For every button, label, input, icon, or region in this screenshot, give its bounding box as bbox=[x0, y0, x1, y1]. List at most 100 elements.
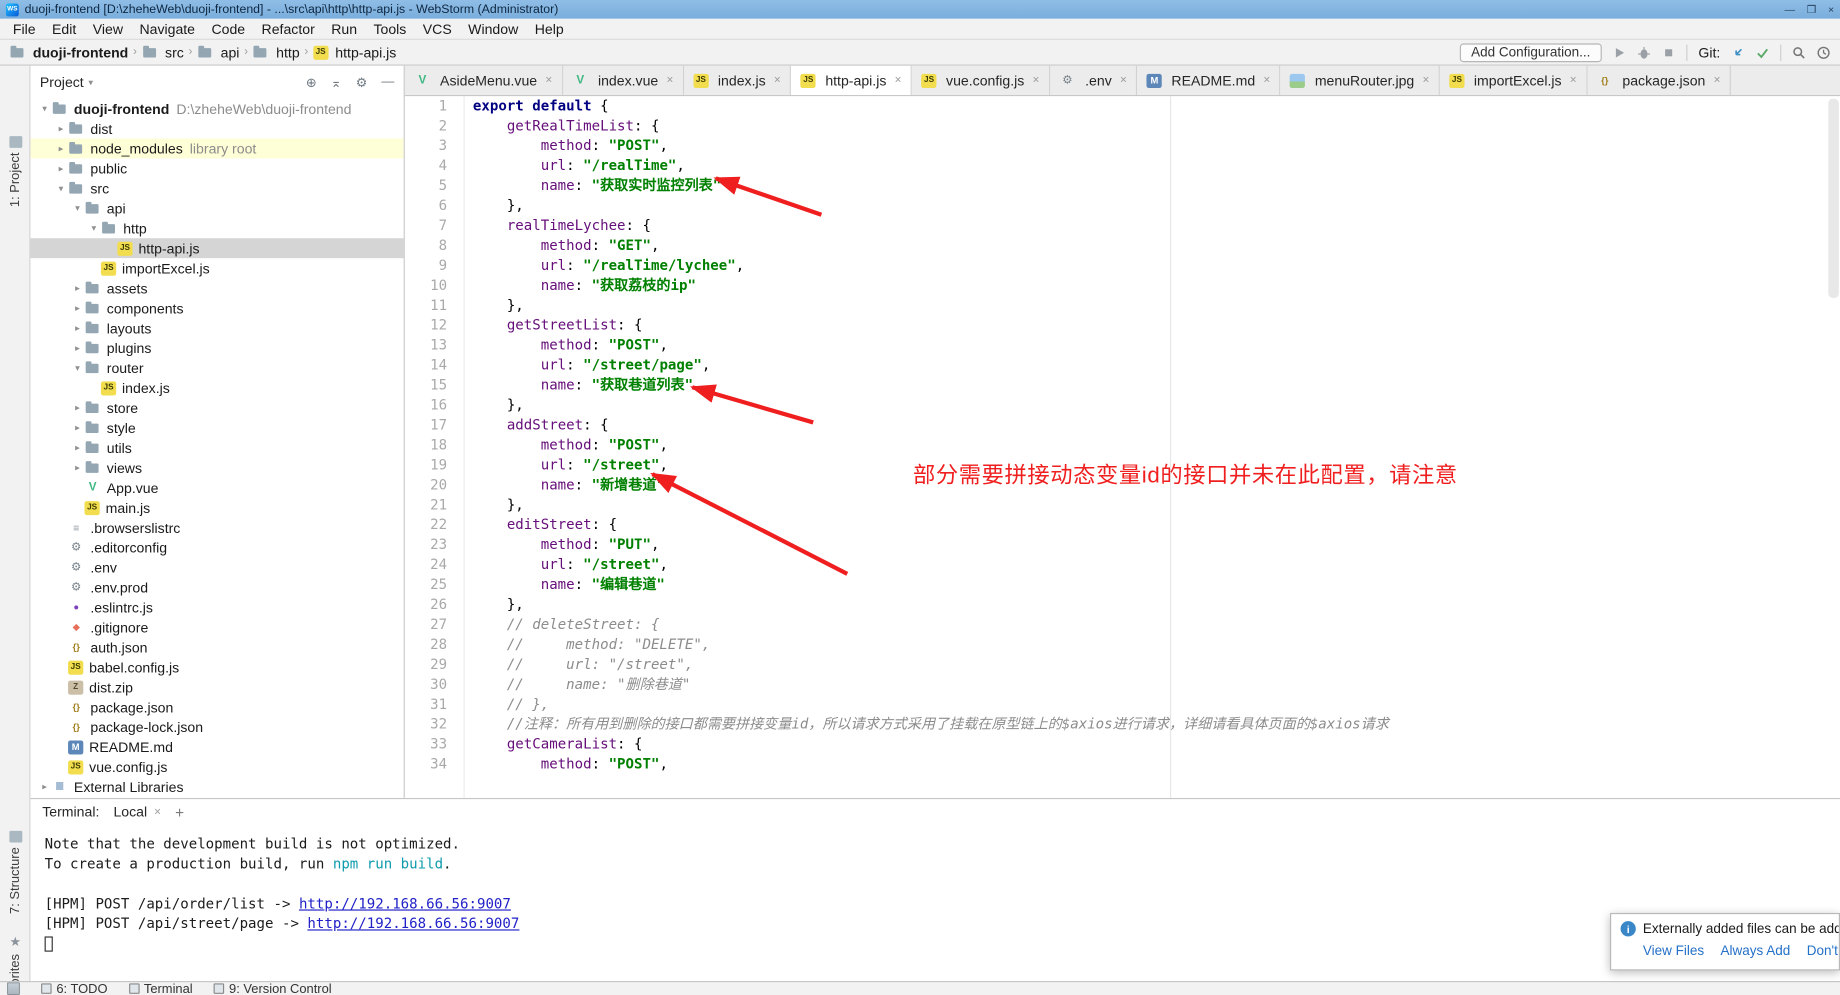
tab-close-icon[interactable]: × bbox=[545, 74, 552, 87]
breadcrumb-item[interactable]: http bbox=[253, 44, 300, 60]
chevron-down-icon[interactable]: ▾ bbox=[88, 77, 93, 88]
run-icon[interactable] bbox=[1613, 45, 1627, 59]
editor-tab-vue.config.js[interactable]: JSvue.config.js× bbox=[912, 66, 1050, 95]
code-line[interactable]: 27 // deleteStreet: { bbox=[405, 615, 1840, 635]
debug-icon[interactable] bbox=[1637, 45, 1651, 59]
tab-close-icon[interactable]: × bbox=[895, 74, 902, 87]
code-editor[interactable]: 1export default {2 getRealTimeList: {3 m… bbox=[405, 96, 1840, 798]
notification-popup[interactable]: i Externally added files can be added to… bbox=[1610, 913, 1840, 971]
menu-edit[interactable]: Edit bbox=[44, 19, 85, 38]
maximize-icon[interactable]: ❒ bbox=[1807, 3, 1816, 16]
editor-tab-index.vue[interactable]: Vindex.vue× bbox=[563, 66, 684, 95]
notification-action[interactable]: Always Add bbox=[1721, 945, 1791, 959]
code-line[interactable]: 15 name: "获取巷道列表" bbox=[405, 376, 1840, 396]
code-line[interactable]: 14 url: "/street/page", bbox=[405, 356, 1840, 376]
editor-tab-.env[interactable]: ⚙.env× bbox=[1050, 66, 1137, 95]
tree-item-.browserslistrc[interactable]: ≡.browserslistrc bbox=[31, 518, 404, 538]
chevron-closed-icon[interactable]: ▸ bbox=[54, 163, 68, 174]
tree-item-importExcel.js[interactable]: JSimportExcel.js bbox=[31, 258, 404, 278]
menu-view[interactable]: View bbox=[85, 19, 132, 38]
tree-item-src[interactable]: ▾src bbox=[31, 178, 404, 198]
code-line[interactable]: 3 method: "POST", bbox=[405, 136, 1840, 156]
tree-item-.gitignore[interactable]: ◆.gitignore bbox=[31, 617, 404, 637]
chevron-closed-icon[interactable]: ▸ bbox=[54, 143, 68, 154]
clock-icon[interactable] bbox=[1817, 45, 1831, 59]
git-update-icon[interactable] bbox=[1731, 45, 1745, 59]
code-line[interactable]: 22 editStreet: { bbox=[405, 515, 1840, 535]
toolwindow-switcher-icon[interactable] bbox=[7, 982, 20, 995]
tree-item-style[interactable]: ▸style bbox=[31, 418, 404, 438]
tree-item-views[interactable]: ▸views bbox=[31, 458, 404, 478]
chevron-closed-icon[interactable]: ▸ bbox=[38, 782, 52, 793]
chevron-open-icon[interactable]: ▾ bbox=[54, 183, 68, 194]
code-line[interactable]: 2 getRealTimeList: { bbox=[405, 116, 1840, 136]
code-line[interactable]: 5 name: "获取实时监控列表" bbox=[405, 176, 1840, 196]
editor-tab-README.md[interactable]: MREADME.md× bbox=[1137, 66, 1280, 95]
notification-action[interactable]: Don't Ask Agai bbox=[1807, 945, 1840, 959]
tree-item-plugins[interactable]: ▸plugins bbox=[31, 338, 404, 358]
chevron-open-icon[interactable]: ▾ bbox=[70, 363, 84, 374]
terminal-link[interactable]: http://192.168.66.56:9007 bbox=[307, 915, 519, 931]
tab-close-icon[interactable]: × bbox=[774, 74, 781, 87]
tab-close-icon[interactable]: × bbox=[1422, 74, 1429, 87]
chevron-open-icon[interactable]: ▾ bbox=[38, 103, 52, 114]
chevron-closed-icon[interactable]: ▸ bbox=[70, 462, 84, 473]
chevron-closed-icon[interactable]: ▸ bbox=[70, 323, 84, 334]
tree-item-router[interactable]: ▾router bbox=[31, 358, 404, 378]
tree-item-dist.zip[interactable]: Zdist.zip bbox=[31, 677, 404, 697]
tree-item-utils[interactable]: ▸utils bbox=[31, 438, 404, 458]
tree-item-components[interactable]: ▸components bbox=[31, 298, 404, 318]
chevron-closed-icon[interactable]: ▸ bbox=[70, 442, 84, 453]
code-line[interactable]: 8 method: "GET", bbox=[405, 236, 1840, 256]
code-line[interactable]: 4 url: "/realTime", bbox=[405, 156, 1840, 176]
code-line[interactable]: 12 getStreetList: { bbox=[405, 316, 1840, 336]
editor-tab-menuRouter.jpg[interactable]: menuRouter.jpg× bbox=[1281, 66, 1440, 95]
tree-item-api[interactable]: ▾api bbox=[31, 198, 404, 218]
menu-run[interactable]: Run bbox=[323, 19, 365, 38]
menu-navigate[interactable]: Navigate bbox=[131, 19, 203, 38]
menu-help[interactable]: Help bbox=[526, 19, 571, 38]
terminal-tab-local[interactable]: Local × bbox=[113, 804, 161, 820]
code-line[interactable]: 31 // }, bbox=[405, 695, 1840, 715]
tree-item-.env[interactable]: ⚙.env bbox=[31, 557, 404, 577]
chevron-closed-icon[interactable]: ▸ bbox=[70, 283, 84, 294]
close-icon[interactable]: × bbox=[1828, 3, 1834, 16]
git-commit-icon[interactable] bbox=[1756, 45, 1770, 59]
tab-close-icon[interactable]: × bbox=[666, 74, 673, 87]
tree-item-.eslintrc.js[interactable]: ●.eslintrc.js bbox=[31, 597, 404, 617]
tree-item-App.vue[interactable]: VApp.vue bbox=[31, 478, 404, 498]
code-line[interactable]: 10 name: "获取荔枝的ip" bbox=[405, 276, 1840, 296]
minimize-icon[interactable]: — bbox=[1784, 3, 1795, 16]
code-line[interactable]: 11 }, bbox=[405, 296, 1840, 316]
code-line[interactable]: 32 //注释：所有用到删除的接口都需要拼接变量id，所以请求方式采用了挂载在原… bbox=[405, 715, 1840, 735]
tree-item-package-lock.json[interactable]: {}package-lock.json bbox=[31, 717, 404, 737]
collapse-all-icon[interactable]: ⌅ bbox=[331, 75, 342, 90]
code-line[interactable]: 16 }, bbox=[405, 395, 1840, 415]
tree-item-http[interactable]: ▾http bbox=[31, 218, 404, 238]
tree-item-main.js[interactable]: JSmain.js bbox=[31, 498, 404, 518]
menu-vcs[interactable]: VCS bbox=[415, 19, 460, 38]
menu-window[interactable]: Window bbox=[460, 19, 527, 38]
tab-close-icon[interactable]: × bbox=[1570, 74, 1577, 87]
tree-item-duoji-frontend[interactable]: ▾duoji-frontendD:\zheheWeb\duoji-fronten… bbox=[31, 99, 404, 119]
notification-action[interactable]: View Files bbox=[1643, 945, 1704, 959]
add-configuration-button[interactable]: Add Configuration... bbox=[1459, 43, 1602, 62]
code-line[interactable]: 21 }, bbox=[405, 495, 1840, 515]
code-line[interactable]: 18 method: "POST", bbox=[405, 435, 1840, 455]
code-line[interactable]: 26 }, bbox=[405, 595, 1840, 615]
code-line[interactable]: 17 addStreet: { bbox=[405, 415, 1840, 435]
code-line[interactable]: 28 // method: "DELETE", bbox=[405, 635, 1840, 655]
editor-tab-importExcel.js[interactable]: JSimportExcel.js× bbox=[1440, 66, 1587, 95]
code-line[interactable]: 30 // name: "删除巷道" bbox=[405, 675, 1840, 695]
terminal-output[interactable]: Note that the development build is not o… bbox=[31, 825, 1840, 981]
code-line[interactable]: 9 url: "/realTime/lychee", bbox=[405, 256, 1840, 276]
breadcrumb-item[interactable]: api bbox=[197, 44, 239, 60]
menu-tools[interactable]: Tools bbox=[365, 19, 414, 38]
editor-tab-index.js[interactable]: JSindex.js× bbox=[684, 66, 791, 95]
search-everywhere-icon[interactable] bbox=[1792, 45, 1806, 59]
code-line[interactable]: 6 }, bbox=[405, 196, 1840, 216]
tree-item-store[interactable]: ▸store bbox=[31, 398, 404, 418]
code-line[interactable]: 29 // url: "/street", bbox=[405, 655, 1840, 675]
tree-item-index.js[interactable]: JSindex.js bbox=[31, 378, 404, 398]
code-line[interactable]: 34 method: "POST", bbox=[405, 755, 1840, 775]
